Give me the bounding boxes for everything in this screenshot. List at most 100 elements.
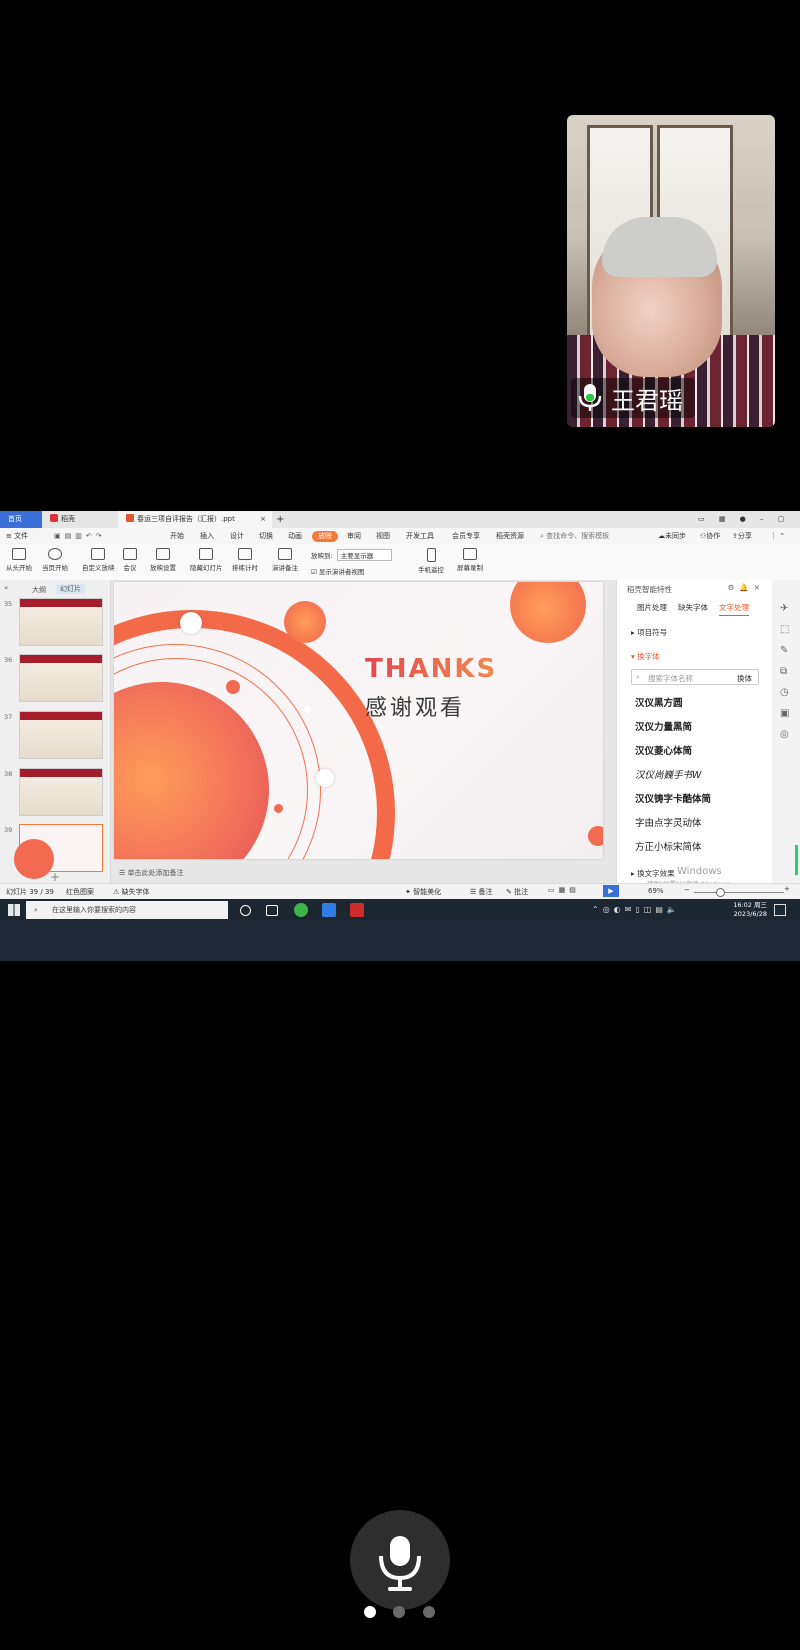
- notes-area[interactable]: ☰ 单击此处添加备注: [111, 868, 616, 882]
- slide-title[interactable]: THANKS: [365, 654, 497, 684]
- font-search-input[interactable]: ⌕ 搜索字体名称 换体: [631, 669, 759, 685]
- font-search-button[interactable]: 换体: [737, 673, 752, 684]
- toolstrip-icons[interactable]: ✈ ⬚ ✎ ⧉ ◷ ▣ ◎: [780, 598, 789, 745]
- notes-toggle[interactable]: ☰ 备注: [470, 887, 493, 897]
- tab-missing-fonts[interactable]: 缺失字体: [678, 602, 708, 613]
- outline-tab[interactable]: 大纲: [32, 585, 46, 595]
- missing-font-status[interactable]: ⚠ 缺失字体: [113, 887, 150, 897]
- play-from-start-button[interactable]: 从头开始: [6, 548, 32, 572]
- more-icon[interactable]: ⋮ ⌃: [770, 531, 785, 542]
- slide-thumbnail[interactable]: [19, 711, 103, 759]
- font-option[interactable]: 汉仪菱心体简: [635, 743, 692, 757]
- command-search[interactable]: ⌕ 查找命令、搜索模板: [540, 531, 609, 542]
- tab-document-label: 春运三项自评报告（汇报）.ppt: [137, 515, 235, 523]
- search-icon: ⌕: [636, 672, 641, 681]
- phone-remote-button[interactable]: 手机遥控: [418, 548, 444, 574]
- participant-video[interactable]: 王君瑶: [567, 115, 775, 427]
- windows-start-icon[interactable]: [8, 904, 20, 916]
- system-clock[interactable]: 16:02 周三 2023/6/28: [725, 901, 767, 919]
- font-option[interactable]: 字由点字灵动体: [635, 815, 702, 829]
- font-option[interactable]: 汉仪铸字卡酷体简: [635, 791, 711, 805]
- slides-tab[interactable]: 幻灯片: [56, 584, 85, 594]
- font-option[interactable]: 方正小标宋简体: [635, 839, 702, 853]
- missing-font-label: 缺失字体: [121, 888, 150, 896]
- microphone-button[interactable]: [350, 1510, 450, 1610]
- custom-show-button[interactable]: 自定义放映: [82, 548, 115, 572]
- menu-insert[interactable]: 插入: [200, 531, 214, 542]
- play-slideshow-icon[interactable]: ▶: [603, 885, 619, 897]
- speaker-notes-button[interactable]: 演讲备注: [272, 548, 298, 572]
- sync-status[interactable]: ☁未同步: [658, 531, 686, 542]
- slide-editor[interactable]: THANKS 感谢观看 ☰ 单击此处添加备注: [111, 580, 616, 883]
- tab-document[interactable]: 春运三项自评报告（汇报）.ppt ×: [118, 511, 272, 528]
- tab-text-processing[interactable]: 文字处理: [719, 602, 749, 616]
- slide-thumbnail-active[interactable]: [14, 824, 103, 879]
- zoom-slider-handle[interactable]: [716, 888, 725, 897]
- hide-slide-button[interactable]: 隐藏幻灯片: [190, 548, 223, 572]
- screen-record-button[interactable]: 屏幕录制: [457, 548, 483, 572]
- taskbar-search-input[interactable]: ⌕ 在这里输入你要搜索的内容: [26, 901, 228, 919]
- panel-controls-icon[interactable]: ⚙🔔×: [728, 583, 765, 592]
- menu-slideshow[interactable]: 放映: [312, 531, 338, 542]
- sync-status-label: 未同步: [665, 532, 686, 540]
- font-option[interactable]: 汉仪力量黑简: [635, 719, 692, 733]
- font-option[interactable]: 汉仪黑方圆: [635, 695, 683, 709]
- view-mode-icons[interactable]: ▭▦▤: [548, 886, 580, 894]
- beautify-button[interactable]: ✦ 智能美化: [405, 887, 441, 897]
- slideshow-settings-button[interactable]: 放映设置: [150, 548, 176, 572]
- file-menu[interactable]: ≡ 文件: [6, 531, 28, 542]
- section-change-font[interactable]: ▾ 换字体: [631, 651, 660, 662]
- menu-docer-resources[interactable]: 稻壳资源: [496, 531, 524, 542]
- notes-toggle-label: 备注: [478, 888, 493, 896]
- share-button[interactable]: ⇪分享: [732, 531, 752, 542]
- slide-canvas[interactable]: THANKS 感谢观看: [114, 582, 603, 859]
- menu-animation[interactable]: 动画: [288, 531, 302, 542]
- menu-view[interactable]: 视图: [376, 531, 390, 542]
- menu-member[interactable]: 会员专享: [452, 531, 480, 542]
- zoom-in-icon[interactable]: +: [784, 885, 790, 893]
- menu-developer[interactable]: 开发工具: [406, 531, 434, 542]
- close-tab-icon[interactable]: ×: [260, 511, 266, 528]
- wps-app-icon[interactable]: [350, 903, 364, 917]
- comments-toggle[interactable]: ✎ 批注: [506, 887, 528, 897]
- menu-transition[interactable]: 切换: [259, 531, 273, 542]
- page-indicator[interactable]: [393, 1606, 405, 1618]
- meeting-button[interactable]: 会议: [123, 548, 137, 572]
- shared-screen[interactable]: 首页 稻壳 春运三项自评报告（汇报）.ppt × + ▭ ▦ ● – ▢ × ≡…: [0, 511, 800, 961]
- slide-thumbnail[interactable]: [19, 654, 103, 702]
- collaborate-button[interactable]: ⚇协作: [700, 531, 720, 542]
- add-slide-icon[interactable]: +: [50, 870, 60, 884]
- slide-subtitle[interactable]: 感谢观看: [365, 690, 465, 722]
- page-indicator[interactable]: [423, 1606, 435, 1618]
- slide-thumbnail[interactable]: [19, 598, 103, 646]
- play-current-button[interactable]: 当页开始: [42, 548, 68, 572]
- page-indicator-active[interactable]: [364, 1606, 376, 1618]
- quick-access-icons[interactable]: ▣▤▥↶↷: [54, 531, 106, 542]
- microphone-icon: [578, 384, 602, 411]
- window-controls-icon[interactable]: ▭ ▦ ● – ▢ ×: [690, 511, 800, 540]
- tab-image-processing[interactable]: 图片处理: [637, 602, 667, 613]
- meeting-app-icon[interactable]: [322, 903, 336, 917]
- new-tab-button[interactable]: +: [268, 511, 292, 528]
- display-target-select[interactable]: 主要显示器: [336, 549, 393, 561]
- browser-icon[interactable]: [294, 903, 308, 917]
- slide-thumbnail[interactable]: [19, 768, 103, 816]
- menu-design[interactable]: 设计: [230, 531, 244, 542]
- tab-docer[interactable]: 稻壳: [42, 511, 83, 528]
- zoom-slider[interactable]: [694, 892, 784, 893]
- font-option[interactable]: 汉仪尚巍手书W: [635, 767, 701, 781]
- zoom-out-icon[interactable]: −: [684, 886, 690, 894]
- task-view-icon[interactable]: [266, 905, 278, 916]
- decorative-dot: [588, 826, 603, 846]
- collapse-panel-icon[interactable]: «: [4, 584, 8, 592]
- activation-watermark-title: Windows: [677, 866, 722, 877]
- cortana-icon[interactable]: [240, 905, 251, 916]
- notification-icon[interactable]: [774, 904, 786, 916]
- rehearse-timing-button[interactable]: 排练计时: [232, 548, 258, 572]
- system-tray-icons[interactable]: ⌃◎◐✉▯◫▤🔈: [592, 905, 681, 914]
- menu-home[interactable]: 开始: [170, 531, 184, 542]
- menu-review[interactable]: 审阅: [347, 531, 361, 542]
- tab-home[interactable]: 首页: [0, 511, 42, 528]
- section-bullets[interactable]: ▸ 项目符号: [631, 627, 667, 638]
- presenter-view-checkbox[interactable]: ☑ 显示演讲者视图: [311, 566, 392, 576]
